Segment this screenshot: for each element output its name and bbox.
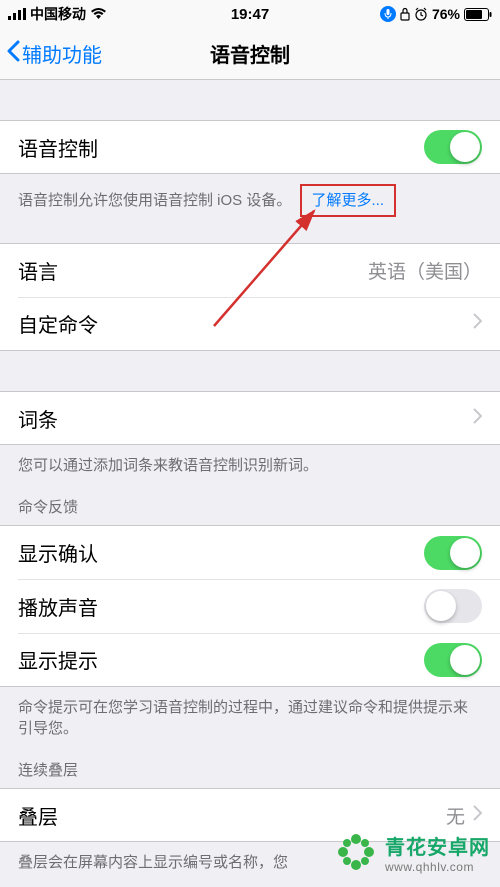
status-bar: 中国移动 19:47 76% [0,0,500,28]
overlay-header: 连续叠层 [0,739,500,788]
back-label: 辅助功能 [22,39,102,68]
watermark-url: www.qhhlv.com [385,860,490,874]
vocabulary-row[interactable]: 词条 [0,391,500,445]
custom-commands-row[interactable]: 自定命令 [0,297,500,351]
overlay-value: 无 [446,802,465,829]
voice-control-footer: 语音控制允许您使用语音控制 iOS 设备。 了解更多... [0,174,500,217]
show-hints-label: 显示提示 [18,645,98,674]
chevron-right-icon [473,407,482,430]
carrier-label: 中国移动 [30,4,86,24]
play-sound-row: 播放声音 [0,579,500,633]
nav-bar: 辅助功能 语音控制 [0,28,500,80]
show-confirm-toggle[interactable] [424,536,482,570]
show-confirm-row: 显示确认 [0,525,500,579]
signal-icon [8,8,26,20]
lock-icon [400,7,410,21]
chevron-right-icon [473,312,482,335]
chevron-left-icon [6,40,20,68]
show-hints-row: 显示提示 [0,633,500,687]
watermark: 青花安卓网 www.qhhlv.com [333,829,490,875]
page-title: 语音控制 [210,39,290,68]
vocabulary-footer: 您可以通过添加词条来教语音控制识别新词。 [0,445,500,476]
custom-commands-label: 自定命令 [18,309,98,338]
overlay-label: 叠层 [18,801,58,830]
watermark-name: 青花安卓网 [385,831,490,860]
back-button[interactable]: 辅助功能 [0,39,102,68]
voice-control-label: 语音控制 [18,133,98,162]
chevron-right-icon [473,804,482,827]
show-hints-toggle[interactable] [424,643,482,677]
voice-control-toggle[interactable] [424,130,482,164]
language-row[interactable]: 语言 英语（美国） [0,243,500,297]
language-label: 语言 [18,256,58,285]
feedback-header: 命令反馈 [0,476,500,525]
learn-more-link[interactable]: 了解更多... [312,192,385,209]
hints-footer: 命令提示可在您学习语音控制的过程中，通过建议命令和提供提示来引导您。 [0,687,500,739]
battery-pct: 76% [432,6,460,22]
clock: 19:47 [231,6,269,23]
play-sound-label: 播放声音 [18,592,98,621]
wifi-icon [90,8,107,20]
mic-status-icon [380,6,396,22]
watermark-logo-icon [333,829,379,875]
play-sound-toggle[interactable] [424,589,482,623]
show-confirm-label: 显示确认 [18,538,98,567]
learn-more-highlight: 了解更多... [300,184,397,217]
vocabulary-label: 词条 [18,404,58,433]
battery-icon [464,8,492,21]
language-value: 英语（美国） [368,257,482,284]
alarm-icon [414,7,428,21]
voice-control-row: 语音控制 [0,120,500,174]
